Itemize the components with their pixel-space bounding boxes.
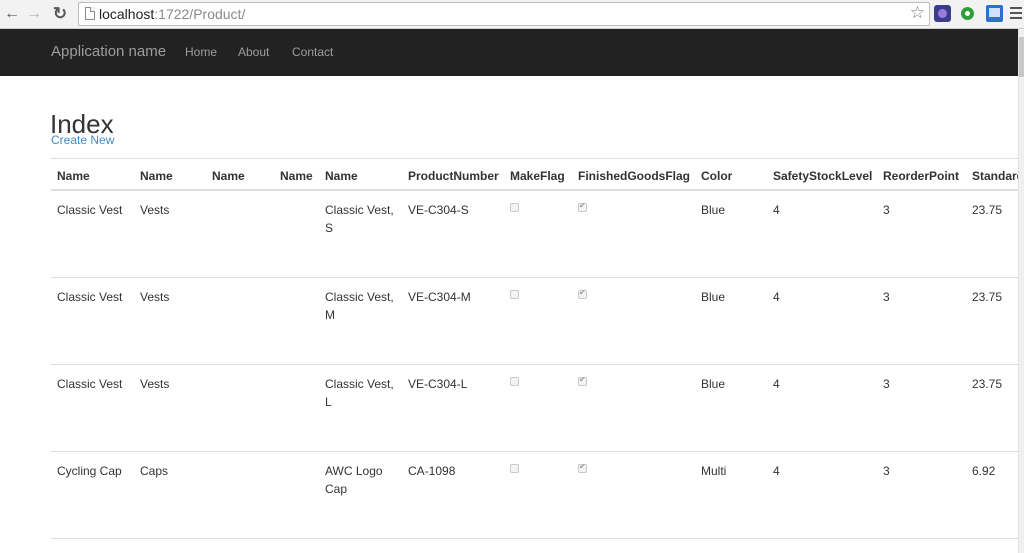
cell-reorder-point: 3 (883, 464, 890, 478)
forward-arrow-icon[interactable]: → (24, 4, 44, 24)
header-name-5: Name (325, 169, 358, 183)
cell-color: Blue (701, 290, 726, 304)
cell-name1: Classic Vest (57, 203, 123, 217)
menu-icon[interactable] (1010, 7, 1022, 22)
table-row: Classic Vest Vests Classic Vest, L VE-C304-… (51, 365, 1018, 452)
header-name-3: Name (212, 169, 245, 183)
nav-home-link[interactable]: Home (185, 45, 217, 59)
header-standard-cost: Standard (972, 169, 1018, 183)
cell-safety-stock-level: 4 (773, 464, 780, 478)
finished-goods-flag-checkbox (578, 375, 587, 386)
url-host: localhost (99, 6, 155, 22)
url-text[interactable]: localhost:1722/Product/ (99, 6, 245, 22)
cell-name5: Classic Vest, L (325, 377, 394, 409)
cell-standard-cost: 23.75 (972, 377, 1003, 391)
make-flag-checkbox (510, 203, 519, 212)
cell-name2: Caps (140, 464, 169, 478)
header-safety-stock-level: SafetyStockLevel (773, 169, 873, 183)
header-color: Color (701, 169, 733, 183)
cell-reorder-point: 3 (883, 203, 890, 217)
cell-color: Multi (701, 464, 727, 478)
table-row: Cycling Cap Caps AWC Logo Cap CA-1098 Multi 4… (51, 452, 1018, 539)
finished-goods-flag-checkbox (578, 462, 587, 473)
reload-icon[interactable]: ↻ (50, 4, 70, 24)
cell-name2: Vests (140, 377, 170, 391)
product-table: Name Name Name Name Name ProductNumber M… (51, 158, 1018, 553)
cell-color: Blue (701, 377, 726, 391)
cell-reorder-point: 3 (883, 290, 890, 304)
cell-name5: Classic Vest, S (325, 203, 394, 235)
back-arrow-icon[interactable]: ← (2, 4, 22, 24)
browser-toolbar: ← → ↻ localhost:1722/Product/ ☆ (0, 0, 1024, 29)
cell-name2: Vests (140, 203, 170, 217)
scrollbar[interactable] (1018, 29, 1024, 553)
cell-product-number: CA-1098 (408, 464, 456, 478)
extension-green-icon[interactable] (959, 5, 976, 22)
nav-contact-link[interactable]: Contact (292, 45, 333, 59)
cell-standard-cost: 23.75 (972, 203, 1003, 217)
brand-link[interactable]: Application name (51, 43, 166, 60)
header-name-2: Name (140, 169, 173, 183)
cell-product-number: VE-C304-L (408, 377, 468, 391)
cell-name5: Classic Vest, M (325, 290, 394, 322)
table-row: Classic Vest Vests Classic Vest, S VE-C304-… (51, 191, 1018, 278)
nav-about-link[interactable]: About (238, 45, 269, 59)
cell-name2: Vests (140, 290, 170, 304)
cell-product-number: VE-C304-M (408, 290, 471, 304)
header-name-1: Name (57, 169, 90, 183)
cell-name1: Classic Vest (57, 377, 123, 391)
cell-standard-cost: 6.92 (972, 464, 996, 478)
header-reorder-point: ReorderPoint (883, 169, 960, 183)
extension-window-icon[interactable] (986, 5, 1003, 22)
cell-color: Blue (701, 203, 726, 217)
extension-icon[interactable] (934, 5, 951, 22)
cell-name1: Cycling Cap (57, 464, 122, 478)
finished-goods-flag-checkbox (578, 201, 587, 212)
app-navbar: Application name Home About Contact (0, 29, 1024, 76)
table-row: Classic Vest Vests Classic Vest, M VE-C304-… (51, 278, 1018, 365)
cell-safety-stock-level: 4 (773, 203, 780, 217)
header-make-flag: MakeFlag (510, 169, 565, 183)
url-path: :1722/Product/ (154, 6, 246, 22)
bookmark-star-icon[interactable]: ☆ (910, 3, 925, 23)
make-flag-checkbox (510, 464, 519, 473)
header-name-4: Name (280, 169, 313, 183)
cell-name5: AWC Logo Cap (325, 464, 383, 496)
make-flag-checkbox (510, 290, 519, 299)
cell-safety-stock-level: 4 (773, 377, 780, 391)
finished-goods-flag-checkbox (578, 288, 587, 299)
table-header-row: Name Name Name Name Name ProductNumber M… (51, 158, 1018, 191)
cell-product-number: VE-C304-S (408, 203, 469, 217)
make-flag-checkbox (510, 377, 519, 386)
cell-safety-stock-level: 4 (773, 290, 780, 304)
header-product-number: ProductNumber (408, 169, 499, 183)
header-finished-goods-flag: FinishedGoodsFlag (578, 169, 691, 183)
cell-reorder-point: 3 (883, 377, 890, 391)
page-icon (85, 7, 95, 20)
address-bar[interactable]: localhost:1722/Product/ ☆ (78, 2, 930, 26)
cell-standard-cost: 23.75 (972, 290, 1003, 304)
create-new-link[interactable]: Create New (51, 133, 114, 147)
cell-name1: Classic Vest (57, 290, 123, 304)
